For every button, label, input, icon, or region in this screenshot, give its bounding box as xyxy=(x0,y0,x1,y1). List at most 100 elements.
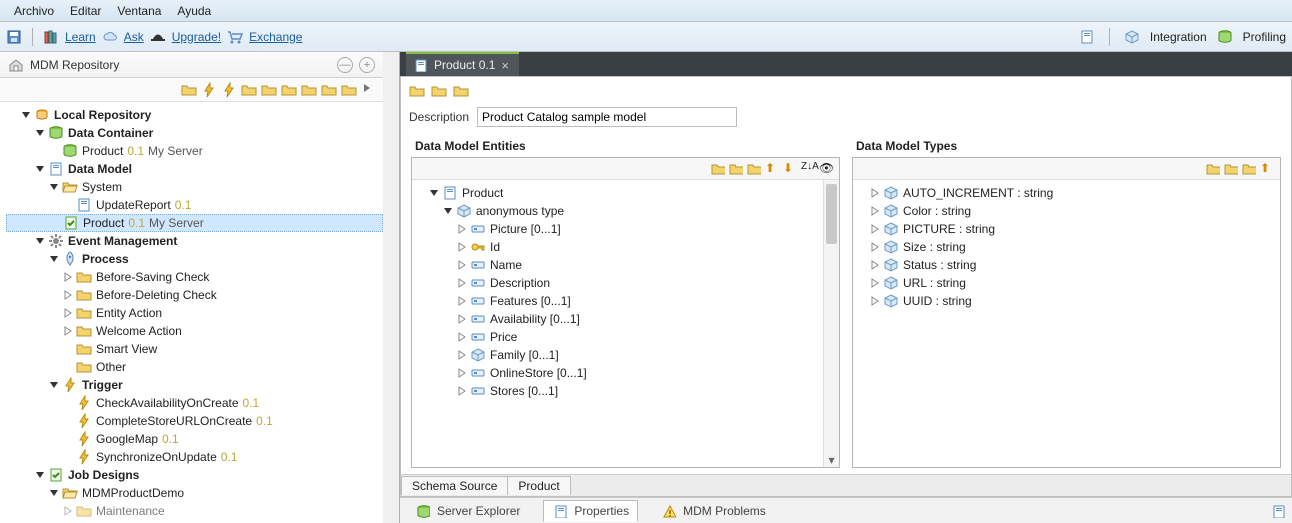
view-mdm-problems[interactable]: MDM Problems xyxy=(652,500,775,522)
entity-attr-onlinestore[interactable]: OnlineStore [0...1] xyxy=(414,364,837,382)
toolbar-icon[interactable] xyxy=(341,82,357,98)
ask-link[interactable]: Ask xyxy=(124,30,144,44)
panel-tool-icon[interactable] xyxy=(1224,161,1240,177)
entity-node-anon-type[interactable]: anonymous type xyxy=(414,202,837,220)
editor-tool-icon[interactable] xyxy=(453,83,469,99)
arrow-up-icon[interactable]: ⬆ xyxy=(765,161,781,177)
type-node[interactable]: UUID : string xyxy=(855,292,1278,310)
editor-tab-product[interactable]: Product 0.1 × xyxy=(406,52,519,76)
tree-node-job-designs[interactable]: Job Designs xyxy=(6,466,383,484)
minimize-view-button[interactable]: — xyxy=(337,57,353,73)
close-tab-icon[interactable]: × xyxy=(501,58,509,73)
view-server-explorer[interactable]: Server Explorer xyxy=(406,500,529,522)
maximize-view-button[interactable]: + xyxy=(359,57,375,73)
scrollbar-vertical[interactable]: ▴▾ xyxy=(823,180,839,467)
toolbar-icon[interactable] xyxy=(261,82,277,98)
tree-node-trigger-item[interactable]: GoogleMap0.1 xyxy=(6,430,383,448)
panel-tool-icon[interactable] xyxy=(729,161,745,177)
tree-node-update-report[interactable]: UpdateReport 0.1 xyxy=(6,196,383,214)
tree-node-trigger[interactable]: Trigger xyxy=(6,376,383,394)
sort-icon[interactable]: Z↓A xyxy=(801,161,817,177)
entity-attr-availability[interactable]: Availability [0...1] xyxy=(414,310,837,328)
tree-node-process[interactable]: Process xyxy=(6,250,383,268)
tree-node-event-management[interactable]: Event Management xyxy=(6,232,383,250)
type-node[interactable]: Color : string xyxy=(855,202,1278,220)
description-input[interactable] xyxy=(477,107,737,127)
entity-attr-id[interactable]: Id xyxy=(414,238,837,256)
panel-tool-icon[interactable] xyxy=(1242,161,1258,177)
toolbar-icon[interactable] xyxy=(281,82,297,98)
type-node[interactable]: Status : string xyxy=(855,256,1278,274)
toolbar-icon[interactable] xyxy=(181,82,197,98)
tree-node-smart-view[interactable]: Smart View xyxy=(6,340,383,358)
type-node[interactable]: URL : string xyxy=(855,274,1278,292)
toolbar-icon[interactable] xyxy=(221,82,237,98)
entity-attr-features[interactable]: Features [0...1] xyxy=(414,292,837,310)
repository-tree[interactable]: Local Repository Data Container Product … xyxy=(0,102,383,523)
arrow-up-icon[interactable]: ⬆ xyxy=(1260,161,1276,177)
toolbar-icon[interactable] xyxy=(321,82,337,98)
toolbar-icon[interactable] xyxy=(301,82,317,98)
menu-help[interactable]: Ayuda xyxy=(169,2,219,20)
tree-node-entity-action[interactable]: Entity Action xyxy=(6,304,383,322)
scrollbar-vertical[interactable] xyxy=(383,52,399,523)
tree-node-before-saving[interactable]: Before-Saving Check xyxy=(6,268,383,286)
tab-schema-source[interactable]: Schema Source xyxy=(401,476,508,495)
menu-window[interactable]: Ventana xyxy=(109,2,169,20)
entities-tree[interactable]: Product anonymous type Picture [0...1] I… xyxy=(412,180,839,467)
tree-node-product-model[interactable]: Product 0.1 My Server xyxy=(6,214,383,232)
panel-tool-icon[interactable] xyxy=(1206,161,1222,177)
entity-attr-family[interactable]: Family [0...1] xyxy=(414,346,837,364)
type-node[interactable]: PICTURE : string xyxy=(855,220,1278,238)
tree-node-other[interactable]: Other xyxy=(6,358,383,376)
toolbar-icon[interactable] xyxy=(241,82,257,98)
attribute-icon xyxy=(470,275,486,291)
repository-view-title: MDM Repository xyxy=(30,58,119,72)
tree-node-maintenance[interactable]: Maintenance xyxy=(6,502,383,520)
menu-file[interactable]: Archivo xyxy=(6,2,62,20)
type-node[interactable]: Size : string xyxy=(855,238,1278,256)
learn-link[interactable]: Learn xyxy=(65,30,96,44)
perspective-integration[interactable]: Integration xyxy=(1150,30,1207,44)
entity-attr-stores[interactable]: Stores [0...1] xyxy=(414,382,837,400)
cube-icon xyxy=(883,185,899,201)
tree-node-data-model[interactable]: Data Model xyxy=(6,160,383,178)
panel-tool-icon[interactable] xyxy=(711,161,727,177)
tree-node-before-deleting[interactable]: Before-Deleting Check xyxy=(6,286,383,304)
tree-node-product-container[interactable]: Product 0.1 My Server xyxy=(6,142,383,160)
types-toolbar: ⬆ xyxy=(853,158,1280,180)
editor-tool-icon[interactable] xyxy=(409,83,425,99)
tree-node-system[interactable]: System xyxy=(6,178,383,196)
document-icon xyxy=(412,57,428,73)
tree-node-trigger-item[interactable]: CheckAvailabilityOnCreate0.1 xyxy=(6,394,383,412)
perspective-profiling[interactable]: Profiling xyxy=(1243,30,1286,44)
tree-node-data-container[interactable]: Data Container xyxy=(6,124,383,142)
exchange-link[interactable]: Exchange xyxy=(249,30,302,44)
tree-node-mdm-demo[interactable]: MDMProductDemo xyxy=(6,484,383,502)
menu-edit[interactable]: Editar xyxy=(62,2,109,20)
upgrade-link[interactable]: Upgrade! xyxy=(172,30,221,44)
tab-product[interactable]: Product xyxy=(507,476,570,495)
tree-node-trigger-item[interactable]: CompleteStoreURLOnCreate0.1 xyxy=(6,412,383,430)
editor-tool-icon[interactable] xyxy=(431,83,447,99)
tree-node-local-repository[interactable]: Local Repository xyxy=(6,106,383,124)
types-tree[interactable]: AUTO_INCREMENT : string Color : string P… xyxy=(853,180,1280,467)
toolbar-icon[interactable] xyxy=(361,82,377,98)
save-icon[interactable] xyxy=(6,29,22,45)
entity-attr-name[interactable]: Name xyxy=(414,256,837,274)
tree-node-trigger-item[interactable]: SynchronizeOnUpdate0.1 xyxy=(6,448,383,466)
type-node[interactable]: AUTO_INCREMENT : string xyxy=(855,184,1278,202)
view-menu-icon[interactable] xyxy=(1270,503,1286,519)
entity-attr-price[interactable]: Price xyxy=(414,328,837,346)
entity-attr-picture[interactable]: Picture [0...1] xyxy=(414,220,837,238)
arrow-down-icon[interactable]: ⬇ xyxy=(783,161,799,177)
perspective-switch-icon[interactable] xyxy=(1079,29,1095,45)
panel-tool-icon[interactable] xyxy=(747,161,763,177)
toolbar-icon[interactable] xyxy=(201,82,217,98)
view-properties[interactable]: Properties xyxy=(543,500,638,522)
tree-node-welcome-action[interactable]: Welcome Action xyxy=(6,322,383,340)
entity-node-product[interactable]: Product xyxy=(414,184,837,202)
filter-icon[interactable]: 👁 xyxy=(819,161,835,177)
entity-attr-description[interactable]: Description xyxy=(414,274,837,292)
link-icon xyxy=(470,347,486,363)
